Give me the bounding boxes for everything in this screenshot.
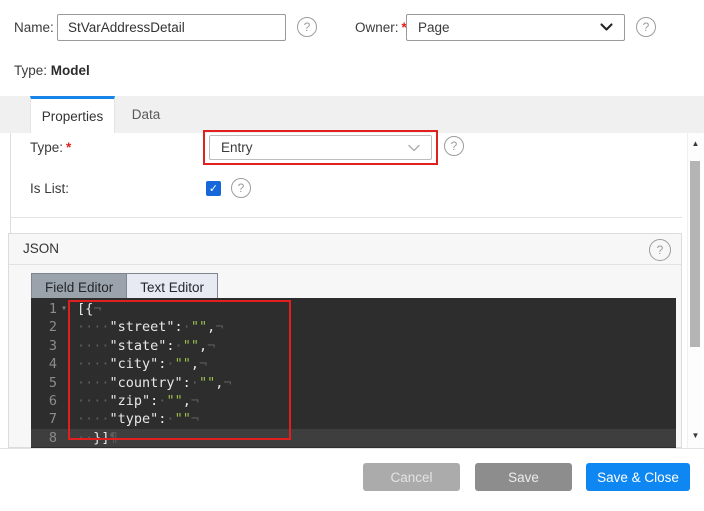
owner-label-text: Owner: <box>355 20 399 35</box>
json-panel: JSON ? Field Editor Text Editor 1▾[{¬2··… <box>8 233 682 448</box>
type-field-required-marker: * <box>66 140 71 155</box>
text-editor-button[interactable]: Text Editor <box>126 274 217 300</box>
model-type-value: Model <box>51 63 90 78</box>
json-help-icon[interactable]: ? <box>649 239 671 261</box>
line-number: 8 <box>31 429 57 447</box>
editor-mode-toggle: Field Editor Text Editor <box>31 273 218 301</box>
cancel-button[interactable]: Cancel <box>363 463 460 491</box>
json-panel-header: JSON ? <box>9 234 681 265</box>
code-line[interactable]: 3 ····"state":·"",¬ <box>31 337 676 355</box>
fold-arrow-icon[interactable]: ▾ <box>57 300 71 318</box>
scrollbar-thumb[interactable] <box>690 161 700 347</box>
scroll-up-icon[interactable]: ▲ <box>688 139 703 148</box>
fold-gutter <box>57 355 71 373</box>
save-button[interactable]: Save <box>475 463 572 491</box>
scroll-down-icon[interactable]: ▼ <box>688 431 703 440</box>
save-and-close-button[interactable]: Save & Close <box>586 463 690 491</box>
code-text: ····"zip":·"",¬ <box>71 392 199 410</box>
owner-select-value: Page <box>418 20 450 35</box>
line-number: 6 <box>31 392 57 410</box>
fold-gutter <box>57 374 71 392</box>
line-number: 2 <box>31 318 57 336</box>
type-select-value: Entry <box>221 140 253 155</box>
chevron-down-icon <box>408 144 420 152</box>
model-type-label: Type: <box>14 63 47 78</box>
code-line[interactable]: 5 ····"country":·"",¬ <box>31 374 676 392</box>
json-code-editor[interactable]: 1▾[{¬2····"street":·"",¬3····"state":·""… <box>31 298 676 448</box>
code-line[interactable]: 1▾[{¬ <box>31 300 676 318</box>
field-editor-button[interactable]: Field Editor <box>32 274 126 300</box>
line-number: 4 <box>31 355 57 373</box>
owner-help-icon[interactable]: ? <box>636 17 656 37</box>
code-text: ····"city":·"",¬ <box>71 355 207 373</box>
model-type-row: Type: Model <box>14 63 90 78</box>
name-input[interactable] <box>57 14 286 41</box>
tab-properties[interactable]: Properties <box>30 96 115 133</box>
line-number: 1 <box>31 300 57 318</box>
json-panel-title: JSON <box>23 241 59 256</box>
fold-gutter <box>57 429 71 447</box>
variable-edit-dialog: Name:* ? Owner:* Page ? Type: Model Prop… <box>0 0 704 511</box>
vertical-scrollbar[interactable]: ▲ ▼ <box>687 133 702 448</box>
code-lines: 1▾[{¬2····"street":·"",¬3····"state":·""… <box>31 300 676 447</box>
line-number: 5 <box>31 374 57 392</box>
type-field-label: Type:* <box>30 140 71 155</box>
type-select[interactable]: Entry <box>209 135 432 160</box>
code-text: ····"country":·"",¬ <box>71 374 231 392</box>
owner-label: Owner:* <box>355 20 407 35</box>
is-list-help-icon[interactable]: ? <box>231 178 251 198</box>
code-line[interactable]: 7 ····"type":·""¬ <box>31 410 676 428</box>
fold-gutter <box>57 410 71 428</box>
section-divider <box>10 217 682 218</box>
line-number: 3 <box>31 337 57 355</box>
name-label: Name:* <box>14 20 62 35</box>
line-number: 7 <box>31 410 57 428</box>
code-line[interactable]: 6 ····"zip":·"",¬ <box>31 392 676 410</box>
code-text: ····"type":·""¬ <box>71 410 199 428</box>
fold-gutter <box>57 318 71 336</box>
code-text: ····"street":·"",¬ <box>71 318 223 336</box>
type-help-icon[interactable]: ? <box>444 136 464 156</box>
fold-gutter <box>57 337 71 355</box>
is-list-label: Is List: <box>30 181 69 196</box>
code-text: ··}]¶ <box>71 429 118 447</box>
tab-data[interactable]: Data <box>115 96 177 133</box>
code-text: [{¬ <box>71 300 101 318</box>
name-help-icon[interactable]: ? <box>297 17 317 37</box>
is-list-checkbox[interactable]: ✓ <box>206 181 221 196</box>
chevron-down-icon <box>600 23 613 32</box>
name-label-text: Name: <box>14 20 54 35</box>
type-field-label-text: Type: <box>30 140 63 155</box>
footer-divider <box>0 448 704 449</box>
fold-gutter <box>57 392 71 410</box>
code-line[interactable]: 2 ····"street":·"",¬ <box>31 318 676 336</box>
code-line[interactable]: 8 ··}]¶ <box>31 429 676 447</box>
owner-select[interactable]: Page <box>406 14 625 41</box>
code-text: ····"state":·"",¬ <box>71 337 215 355</box>
code-line[interactable]: 4 ····"city":·"",¬ <box>31 355 676 373</box>
